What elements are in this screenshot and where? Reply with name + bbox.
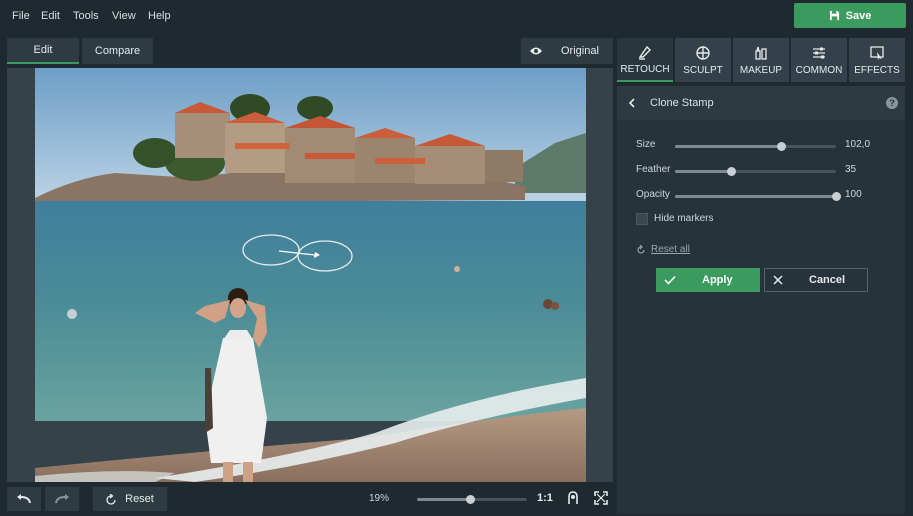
category-retouch-label: RETOUCH [620, 63, 670, 75]
opacity-value: 100 [845, 189, 862, 200]
fullscreen-icon[interactable] [594, 491, 608, 505]
actual-size-button[interactable]: 1:1 [537, 492, 553, 504]
reset-icon [106, 493, 116, 505]
feather-fill [675, 170, 732, 173]
tab-compare-label: Compare [94, 45, 141, 57]
menu-bar: File Edit Tools View Help Save [0, 0, 913, 32]
cancel-button[interactable]: Cancel [764, 268, 868, 292]
reset-icon [637, 244, 645, 254]
common-icon [813, 47, 825, 58]
category-sculpt-label: SCULPT [683, 64, 723, 76]
sculpt-icon [696, 45, 710, 60]
feather-thumb[interactable] [727, 167, 737, 176]
opacity-slider[interactable]: Opacity 100 [636, 188, 896, 204]
undo-button[interactable] [7, 487, 41, 511]
undo-icon [17, 494, 31, 504]
size-label: Size [636, 139, 656, 150]
photo-canvas[interactable] [35, 68, 586, 482]
category-common[interactable]: COMMON [791, 38, 847, 82]
hide-markers-label: Hide markers [654, 213, 714, 224]
help-icon[interactable]: ? [886, 97, 898, 109]
floppy-icon [829, 10, 839, 21]
category-makeup[interactable]: MAKEUP [733, 38, 789, 82]
apply-button[interactable]: Apply [656, 268, 760, 292]
reset-all-label: Reset all [651, 244, 690, 255]
opacity-thumb[interactable] [832, 192, 841, 201]
opacity-fill [675, 195, 836, 198]
feather-value: 35 [845, 164, 857, 175]
apply-label: Apply [702, 274, 733, 286]
check-icon [664, 275, 676, 285]
panel-title: Clone Stamp [650, 97, 714, 109]
makeup-icon [755, 46, 767, 60]
retouch-icon [638, 45, 651, 60]
panel-header: Clone Stamp ? [617, 86, 905, 120]
size-slider[interactable]: Size 102,0 [636, 138, 896, 154]
cancel-label: Cancel [809, 274, 846, 286]
tab-edit-label: Edit [33, 44, 53, 56]
zoom-thumb[interactable] [465, 495, 475, 504]
close-icon [773, 275, 783, 285]
category-sculpt[interactable]: SCULPT [675, 38, 731, 82]
menu-file[interactable]: File [12, 10, 30, 22]
menu-view[interactable]: View [112, 10, 136, 22]
size-track[interactable] [675, 142, 836, 151]
zoom-fill [417, 498, 470, 501]
opacity-label: Opacity [636, 189, 670, 200]
feather-track[interactable] [675, 167, 836, 176]
reset-label: Reset [125, 493, 154, 505]
hide-markers-checkbox[interactable] [636, 213, 648, 225]
beach-photo [35, 68, 586, 482]
redo-button[interactable] [45, 487, 79, 511]
redo-icon [55, 494, 69, 504]
zoom-percent: 19% [369, 493, 390, 504]
category-bar: RETOUCH SCULPT MAKEUP COMMON EFFECTS [617, 38, 905, 82]
menu-help[interactable]: Help [148, 10, 171, 22]
reset-button[interactable]: Reset [93, 487, 167, 511]
size-thumb[interactable] [777, 142, 787, 151]
tab-compare[interactable]: Compare [82, 38, 153, 64]
menu-tools[interactable]: Tools [73, 10, 99, 22]
size-value: 102,0 [845, 139, 871, 150]
category-retouch[interactable]: RETOUCH [617, 38, 673, 82]
eye-icon [530, 47, 542, 55]
fit-to-screen-icon[interactable] [566, 491, 580, 505]
menu-edit[interactable]: Edit [41, 10, 60, 22]
category-effects-label: EFFECTS [854, 64, 900, 76]
category-common-label: COMMON [795, 64, 843, 76]
back-arrow-icon[interactable] [625, 96, 639, 110]
tool-panel: Clone Stamp ? Size 102,0 Feather 35 Opac… [617, 86, 905, 514]
category-effects[interactable]: EFFECTS [849, 38, 905, 82]
feather-slider[interactable]: Feather 35 [636, 163, 896, 179]
reset-all-link[interactable]: Reset all [636, 244, 690, 255]
save-label: Save [845, 9, 872, 22]
tab-edit[interactable]: Edit [7, 38, 79, 64]
original-button[interactable]: Original [521, 38, 613, 64]
category-makeup-label: MAKEUP [739, 64, 783, 76]
zoom-slider[interactable] [417, 495, 527, 504]
effects-icon [870, 45, 884, 60]
size-fill [675, 145, 782, 148]
feather-label: Feather [636, 164, 671, 175]
original-label: Original [561, 45, 599, 57]
save-button[interactable]: Save [794, 3, 906, 28]
opacity-track[interactable] [675, 192, 841, 201]
